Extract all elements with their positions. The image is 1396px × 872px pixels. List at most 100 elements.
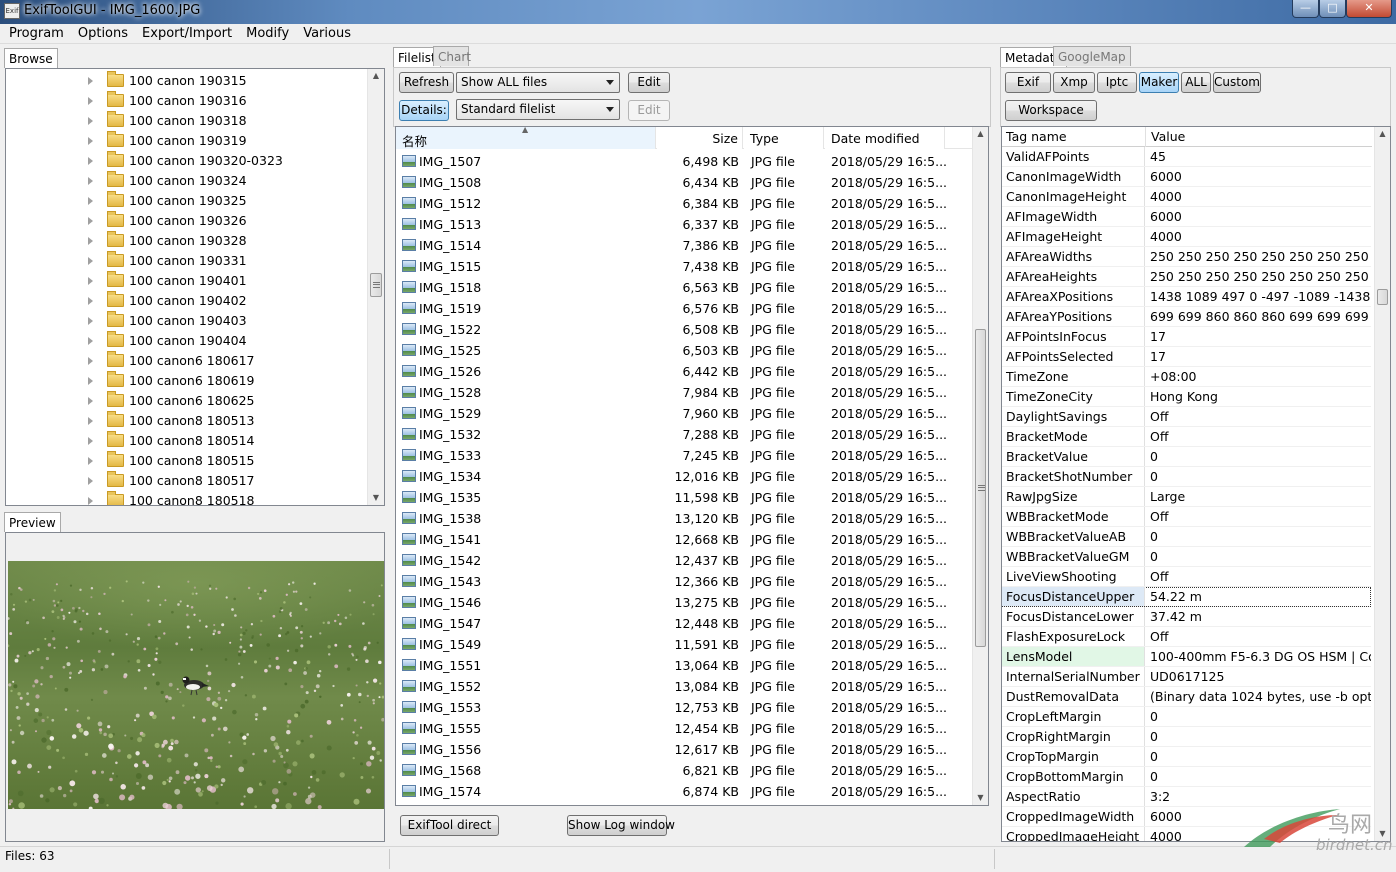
tree-folder-item[interactable]: 100 canon 190318 bbox=[6, 111, 366, 131]
metadata-row[interactable]: AFAreaYPositions 699 699 860 860 860 699 … bbox=[1002, 307, 1371, 327]
tree-folder-item[interactable]: 100 canon 190331 bbox=[6, 251, 366, 271]
tree-folder-item[interactable]: 100 canon8 180514 bbox=[6, 431, 366, 451]
metadata-value[interactable]: 0 bbox=[1146, 707, 1371, 726]
metadata-row[interactable]: CanonImageHeight 4000 bbox=[1002, 187, 1371, 207]
file-row[interactable]: IMG_1514 7,386 KB JPG file 2018/05/29 16:5.… bbox=[396, 235, 968, 256]
scroll-down-icon[interactable]: ▼ bbox=[368, 491, 384, 505]
metadata-row[interactable]: BracketMode Off bbox=[1002, 427, 1371, 447]
show-log-button[interactable]: Show Log window bbox=[567, 815, 675, 836]
file-row[interactable]: IMG_1547 12,448 KB JPG file 2018/05/29 16:5… bbox=[396, 613, 968, 634]
metadata-value[interactable]: 17 bbox=[1146, 327, 1371, 346]
exiftool-direct-button[interactable]: ExifTool direct bbox=[400, 815, 499, 836]
metadata-value[interactable]: 45 bbox=[1146, 147, 1371, 166]
file-row[interactable]: IMG_1532 7,288 KB JPG file 2018/05/29 16:5.… bbox=[396, 424, 968, 445]
metadata-row[interactable]: WBBracketValueGM 0 bbox=[1002, 547, 1371, 567]
metadata-row[interactable]: AFAreaHeights 250 250 250 250 250 250 250… bbox=[1002, 267, 1371, 287]
metadata-row[interactable]: WBBracketValueAB 0 bbox=[1002, 527, 1371, 547]
metadata-row[interactable]: CropBottomMargin 0 bbox=[1002, 767, 1371, 787]
close-button[interactable]: ✕ bbox=[1346, 0, 1392, 18]
metadata-scroll-thumb[interactable] bbox=[1377, 289, 1388, 305]
metadata-value[interactable]: 6000 bbox=[1146, 207, 1371, 226]
metadata-row[interactable]: AFPointsInFocus 17 bbox=[1002, 327, 1371, 347]
filter-all-button[interactable]: ALL bbox=[1181, 72, 1211, 93]
metadata-row[interactable]: DaylightSavings Off bbox=[1002, 407, 1371, 427]
metadata-row[interactable]: LiveViewShooting Off bbox=[1002, 567, 1371, 587]
file-row[interactable]: IMG_1541 12,668 KB JPG file 2018/05/29 16:5… bbox=[396, 529, 968, 550]
metadata-value[interactable]: Off bbox=[1146, 507, 1371, 526]
expand-arrow-icon[interactable] bbox=[88, 177, 93, 185]
metadata-value[interactable]: 0 bbox=[1146, 527, 1371, 546]
metadata-value[interactable]: 0 bbox=[1146, 467, 1371, 486]
tree-folder-item[interactable]: 100 canon8 180518 bbox=[6, 491, 366, 505]
expand-arrow-icon[interactable] bbox=[88, 157, 93, 165]
metadata-row[interactable]: BracketValue 0 bbox=[1002, 447, 1371, 467]
expand-arrow-icon[interactable] bbox=[88, 337, 93, 345]
expand-arrow-icon[interactable] bbox=[88, 477, 93, 485]
app-icon[interactable]: Exif bbox=[4, 3, 20, 19]
metadata-value[interactable]: Large bbox=[1146, 487, 1371, 506]
metadata-row[interactable]: FlashExposureLock Off bbox=[1002, 627, 1371, 647]
scroll-up-icon[interactable]: ▲ bbox=[1375, 127, 1390, 141]
file-row[interactable]: IMG_1533 7,245 KB JPG file 2018/05/29 16:5.… bbox=[396, 445, 968, 466]
workspace-button[interactable]: Workspace bbox=[1005, 100, 1097, 121]
tree-scrollbar[interactable]: ▲ ▼ bbox=[367, 69, 384, 505]
expand-arrow-icon[interactable] bbox=[88, 317, 93, 325]
tree-folder-item[interactable]: 100 canon 190402 bbox=[6, 291, 366, 311]
expand-arrow-icon[interactable] bbox=[88, 297, 93, 305]
view-mode-select[interactable]: Standard filelist bbox=[456, 99, 620, 120]
metadata-value[interactable]: 699 699 860 860 860 699 699 699 349 430 … bbox=[1146, 307, 1371, 326]
metadata-row[interactable]: CropTopMargin 0 bbox=[1002, 747, 1371, 767]
edit-view-button[interactable]: Edit bbox=[628, 100, 670, 121]
file-row[interactable]: IMG_1512 6,384 KB JPG file 2018/05/29 16:5.… bbox=[396, 193, 968, 214]
tree-folder-item[interactable]: 100 canon8 180513 bbox=[6, 411, 366, 431]
column-date[interactable]: Date modified bbox=[825, 127, 945, 149]
metadata-value[interactable]: +08:00 bbox=[1146, 367, 1371, 386]
expand-arrow-icon[interactable] bbox=[88, 217, 93, 225]
file-row[interactable]: IMG_1526 6,442 KB JPG file 2018/05/29 16:5.… bbox=[396, 361, 968, 382]
metadata-row[interactable]: AFAreaWidths 250 250 250 250 250 250 250 … bbox=[1002, 247, 1371, 267]
metadata-value[interactable]: 0 bbox=[1146, 547, 1371, 566]
metadata-row[interactable]: CropLeftMargin 0 bbox=[1002, 707, 1371, 727]
metadata-row[interactable]: TimeZoneCity Hong Kong bbox=[1002, 387, 1371, 407]
tree-folder-item[interactable]: 100 canon 190401 bbox=[6, 271, 366, 291]
menu-various[interactable]: Various bbox=[296, 24, 358, 41]
tree-folder-item[interactable]: 100 canon 190316 bbox=[6, 91, 366, 111]
tab-googlemap[interactable]: GoogleMap bbox=[1053, 46, 1131, 66]
maximize-button[interactable]: □ bbox=[1319, 0, 1346, 18]
menu-modify[interactable]: Modify bbox=[239, 24, 296, 41]
tree-folder-item[interactable]: 100 canon8 180515 bbox=[6, 451, 366, 471]
metadata-value[interactable]: 250 250 250 250 250 250 250 250 250 25 bbox=[1146, 247, 1371, 266]
expand-arrow-icon[interactable] bbox=[88, 417, 93, 425]
metadata-value[interactable]: 0 bbox=[1146, 727, 1371, 746]
expand-arrow-icon[interactable] bbox=[88, 357, 93, 365]
metadata-row[interactable]: TimeZone +08:00 bbox=[1002, 367, 1371, 387]
metadata-row[interactable]: BracketShotNumber 0 bbox=[1002, 467, 1371, 487]
tab-chart[interactable]: Chart bbox=[433, 46, 471, 66]
tree-folder-item[interactable]: 100 canon8 180517 bbox=[6, 471, 366, 491]
expand-arrow-icon[interactable] bbox=[88, 237, 93, 245]
expand-arrow-icon[interactable] bbox=[88, 437, 93, 445]
filter-xmp-button[interactable]: Xmp bbox=[1053, 72, 1095, 93]
column-name[interactable]: 名称 ▲ bbox=[396, 127, 656, 149]
metadata-row[interactable]: ValidAFPoints 45 bbox=[1002, 147, 1371, 167]
menu-export-import[interactable]: Export/Import bbox=[135, 24, 239, 41]
file-row[interactable]: IMG_1551 13,064 KB JPG file 2018/05/29 16:5… bbox=[396, 655, 968, 676]
file-row[interactable]: IMG_1543 12,366 KB JPG file 2018/05/29 16:5… bbox=[396, 571, 968, 592]
file-row[interactable]: IMG_1574 6,874 KB JPG file 2018/05/29 16:5.… bbox=[396, 781, 968, 802]
tree-folder-item[interactable]: 100 canon 190320-0323 bbox=[6, 151, 366, 171]
metadata-row[interactable]: InternalSerialNumber UD0617125 bbox=[1002, 667, 1371, 687]
scroll-up-icon[interactable]: ▲ bbox=[368, 69, 384, 83]
edit-filter-button[interactable]: Edit bbox=[628, 72, 670, 93]
metadata-row[interactable]: WBBracketMode Off bbox=[1002, 507, 1371, 527]
expand-arrow-icon[interactable] bbox=[88, 137, 93, 145]
tree-folder-item[interactable]: 100 canon6 180617 bbox=[6, 351, 366, 371]
filter-iptc-button[interactable]: Iptc bbox=[1097, 72, 1137, 93]
metadata-value[interactable]: 6000 bbox=[1146, 167, 1371, 186]
file-row[interactable]: IMG_1542 12,437 KB JPG file 2018/05/29 16:5… bbox=[396, 550, 968, 571]
filter-custom-button[interactable]: Custom bbox=[1213, 72, 1261, 93]
column-value[interactable]: Value bbox=[1147, 127, 1367, 147]
tree-folder-item[interactable]: 100 canon 190324 bbox=[6, 171, 366, 191]
tree-folder-item[interactable]: 100 canon 190404 bbox=[6, 331, 366, 351]
filelist-scroll-thumb[interactable] bbox=[975, 329, 986, 647]
tree-scroll-thumb[interactable] bbox=[370, 273, 382, 297]
